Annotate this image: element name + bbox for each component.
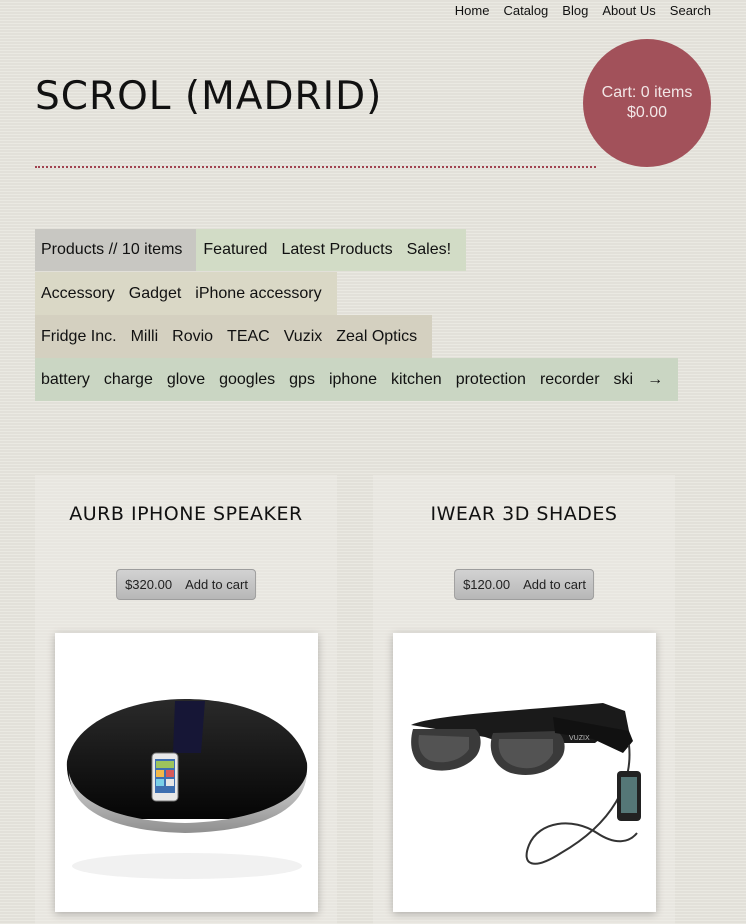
filter-latest-products[interactable]: Latest Products — [274, 241, 399, 259]
next-tags-arrow[interactable]: → — [640, 371, 670, 389]
filter-type-iphone-accessory[interactable]: iPhone accessory — [188, 285, 328, 303]
product-price: $120.00 — [463, 577, 511, 592]
site-title[interactable]: SCROL (MADRID) — [35, 74, 382, 119]
nav-about-us[interactable]: About Us — [602, 3, 655, 18]
product-card: AURB IPHONE SPEAKER $320.00 Add to cart — [35, 475, 337, 924]
filter-tag-ski[interactable]: ski — [607, 371, 641, 389]
filter-vendor-teac[interactable]: TEAC — [220, 328, 277, 346]
filter-tag-googles[interactable]: googles — [212, 371, 282, 389]
filter-vendor-zeal-optics[interactable]: Zeal Optics — [329, 328, 424, 346]
filter-tag-battery[interactable]: battery — [35, 371, 97, 389]
title-divider — [35, 166, 596, 168]
filter-tag-kitchen[interactable]: kitchen — [384, 371, 449, 389]
product-title[interactable]: IWEAR 3D SHADES — [373, 503, 675, 525]
product-price: $320.00 — [125, 577, 173, 592]
filter-row-tags: battery charge glove googles gps iphone … — [35, 358, 679, 401]
filter-featured[interactable]: Featured — [196, 241, 274, 259]
top-navigation: Home Catalog Blog About Us Search — [455, 3, 711, 18]
filter-type-accessory[interactable]: Accessory — [35, 285, 122, 303]
cart-total: $0.00 — [626, 104, 668, 121]
products-count-label: Products // 10 items — [35, 229, 197, 271]
filter-row-types: Accessory Gadget iPhone accessory — [35, 272, 337, 315]
product-image[interactable] — [55, 633, 318, 912]
filter-row-vendors: Fridge Inc. Milli Rovio TEAC Vuzix Zeal … — [35, 315, 433, 358]
filter-sales[interactable]: Sales! — [400, 241, 458, 259]
filter-tag-iphone[interactable]: iphone — [322, 371, 384, 389]
filter-tag-charge[interactable]: charge — [97, 371, 160, 389]
filter-vendor-fridge[interactable]: Fridge Inc. — [35, 328, 124, 346]
speaker-dock-image — [66, 699, 308, 879]
add-to-cart-label: Add to cart — [523, 577, 586, 592]
product-card: IWEAR 3D SHADES $120.00 Add to cart VUZI… — [373, 475, 675, 924]
filter-row-collections: Products // 10 items Featured Latest Pro… — [35, 229, 467, 271]
add-to-cart-button[interactable]: $120.00 Add to cart — [454, 569, 594, 600]
filter-vendor-rovio[interactable]: Rovio — [165, 328, 220, 346]
nav-catalog[interactable]: Catalog — [503, 3, 548, 18]
filter-vendor-vuzix[interactable]: Vuzix — [277, 328, 330, 346]
filter-tag-gps[interactable]: gps — [282, 371, 322, 389]
nav-search[interactable]: Search — [670, 3, 711, 18]
cart-items-count: Cart: 0 items — [601, 84, 693, 101]
filter-tag-recorder[interactable]: recorder — [533, 371, 607, 389]
cart-badge[interactable]: Cart: 0 items $0.00 — [583, 39, 711, 167]
filter-type-gadget[interactable]: Gadget — [122, 285, 188, 303]
nav-blog[interactable]: Blog — [562, 3, 588, 18]
add-to-cart-button[interactable]: $320.00 Add to cart — [116, 569, 256, 600]
product-image[interactable]: VUZIX — [393, 633, 656, 912]
filter-tag-protection[interactable]: protection — [449, 371, 533, 389]
add-to-cart-label: Add to cart — [185, 577, 248, 592]
product-title[interactable]: AURB IPHONE SPEAKER — [35, 503, 337, 525]
filter-vendor-milli[interactable]: Milli — [124, 328, 166, 346]
nav-home[interactable]: Home — [455, 3, 490, 18]
video-glasses-image: VUZIX — [411, 703, 641, 865]
filter-tag-glove[interactable]: glove — [160, 371, 212, 389]
svg-text:VUZIX: VUZIX — [569, 735, 590, 742]
